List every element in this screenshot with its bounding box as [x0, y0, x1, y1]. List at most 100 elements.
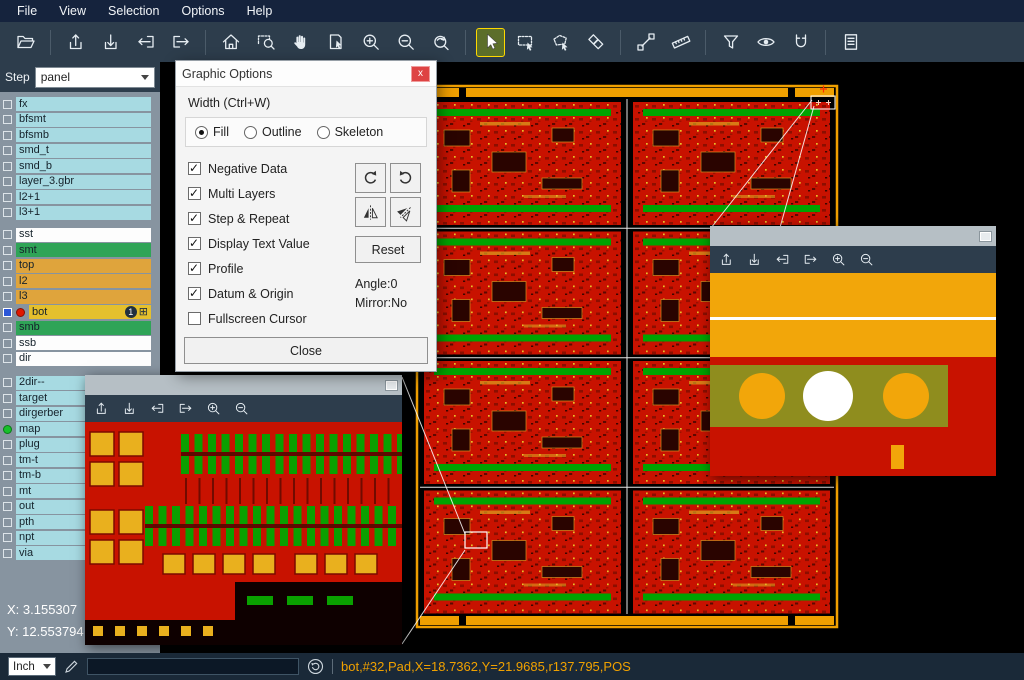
layer-name[interactable]: l2+1 [16, 190, 151, 204]
select-rect-button[interactable] [511, 28, 540, 57]
layer-visibility-checkbox[interactable] [3, 502, 12, 511]
checkbox-profile[interactable]: Profile [188, 256, 310, 281]
measure-distance-button[interactable] [631, 28, 660, 57]
refresh-icon[interactable] [307, 658, 324, 675]
dialog-close-action-button[interactable]: Close [184, 337, 428, 364]
width-radio-outline[interactable]: Outline [244, 125, 302, 139]
layer-row-smt[interactable]: smt [0, 243, 160, 257]
page-select-button[interactable] [321, 28, 350, 57]
layer-name[interactable]: smt [16, 243, 151, 257]
layer-visibility-checkbox[interactable] [3, 115, 12, 124]
zoom-out-button[interactable] [858, 251, 875, 268]
checkbox-negative-data[interactable]: Negative Data [188, 156, 310, 181]
import-down-button[interactable] [96, 28, 125, 57]
snap-magnet-button[interactable] [786, 28, 815, 57]
layer-name[interactable]: top [16, 259, 151, 273]
layer-visibility-checkbox[interactable] [3, 409, 12, 418]
checkbox-multi-layers[interactable]: Multi Layers [188, 181, 310, 206]
width-radio-skeleton[interactable]: Skeleton [317, 125, 384, 139]
step-select[interactable]: panel [35, 67, 155, 88]
width-radio-fill[interactable]: Fill [195, 125, 229, 139]
layer-name[interactable]: smb [16, 321, 151, 335]
unit-select[interactable]: Inch [8, 657, 56, 676]
layer-row-sst[interactable]: sst [0, 228, 160, 242]
window-box-button[interactable] [386, 381, 397, 390]
layer-row-bot[interactable]: bot1⊞ [0, 305, 160, 319]
zoom-in-button[interactable] [830, 251, 847, 268]
layer-name[interactable]: l3 [16, 290, 151, 304]
mirror-diagonal-button[interactable] [390, 197, 421, 227]
layer-name[interactable]: l2 [16, 274, 151, 288]
menu-options[interactable]: Options [170, 1, 235, 21]
dialog-titlebar[interactable]: Graphic Options x [176, 61, 436, 87]
menu-file[interactable]: File [6, 1, 48, 21]
rotate-ccw-button[interactable] [390, 163, 421, 193]
layer-name[interactable]: bot1⊞ [29, 305, 151, 319]
filter-funnel-button[interactable] [716, 28, 745, 57]
export-up-button[interactable] [93, 400, 110, 417]
checkbox-display-text-value[interactable]: Display Text Value [188, 231, 310, 256]
highlight-eye-button[interactable] [751, 28, 780, 57]
open-folder-button[interactable] [11, 28, 40, 57]
layer-name[interactable]: bfsmb [16, 128, 151, 142]
export-right-button[interactable] [177, 400, 194, 417]
layer-visibility-checkbox[interactable] [3, 208, 12, 217]
menu-selection[interactable]: Selection [97, 1, 170, 21]
import-down-button[interactable] [746, 251, 763, 268]
layer-visibility-checkbox[interactable] [3, 354, 12, 363]
dialog-close-button[interactable]: x [411, 66, 430, 82]
layer-visibility-checkbox[interactable] [3, 131, 12, 140]
layer-row-ssb[interactable]: ssb [0, 336, 160, 350]
layer-visibility-checkbox[interactable] [3, 162, 12, 171]
layer-visibility-checkbox[interactable] [3, 292, 12, 301]
zoom-in-button[interactable] [356, 28, 385, 57]
import-left-button[interactable] [149, 400, 166, 417]
mirror-horizontal-button[interactable] [355, 197, 386, 227]
layer-name[interactable]: layer_3.gbr [16, 175, 151, 189]
layers-stack-button[interactable] [581, 28, 610, 57]
layer-row-top[interactable]: top [0, 259, 160, 273]
layer-visibility-checkbox[interactable] [3, 146, 12, 155]
layer-name[interactable]: sst [16, 228, 151, 242]
layer-row-smb[interactable]: smb [0, 321, 160, 335]
pan-hand-button[interactable] [286, 28, 315, 57]
export-right-button[interactable] [166, 28, 195, 57]
pcb-zoom-view-left[interactable] [85, 422, 402, 645]
measure-ruler-button[interactable] [666, 28, 695, 57]
layer-visibility-checkbox[interactable] [3, 339, 12, 348]
menu-view[interactable]: View [48, 1, 97, 21]
export-up-button[interactable] [61, 28, 90, 57]
rotate-cw-button[interactable] [355, 163, 386, 193]
zoom-in-button[interactable] [205, 400, 222, 417]
layer-visibility-checkbox[interactable] [3, 261, 12, 270]
menu-help[interactable]: Help [236, 1, 284, 21]
layer-row-l2+1[interactable]: l2+1 [0, 190, 160, 204]
layer-name[interactable]: ssb [16, 336, 151, 350]
import-left-button[interactable] [774, 251, 791, 268]
layer-visibility-checkbox[interactable] [3, 533, 12, 542]
zoom-window-button[interactable] [251, 28, 280, 57]
layer-visibility-checkbox[interactable] [3, 277, 12, 286]
layer-name[interactable]: bfsmt [16, 113, 151, 127]
layer-row-smd_t[interactable]: smd_t [0, 144, 160, 158]
export-up-button[interactable] [718, 251, 735, 268]
home-button[interactable] [216, 28, 245, 57]
checkbox-step-repeat[interactable]: Step & Repeat [188, 206, 310, 231]
checkbox-fullscreen-cursor[interactable]: Fullscreen Cursor [188, 306, 310, 331]
layer-visibility-checkbox[interactable] [3, 308, 12, 317]
layer-row-dir[interactable]: dir [0, 352, 160, 366]
layer-visibility-checkbox[interactable] [3, 323, 12, 332]
detail-right-titlebar[interactable] [710, 226, 996, 246]
zoom-out-button[interactable] [391, 28, 420, 57]
layer-name[interactable]: dir [16, 352, 151, 366]
layer-visibility-checkbox[interactable] [3, 230, 12, 239]
layer-row-smd_b[interactable]: smd_b [0, 159, 160, 173]
layer-visibility-checkbox[interactable] [3, 549, 12, 558]
layer-name[interactable]: l3+1 [16, 206, 151, 220]
select-pointer-button[interactable] [476, 28, 505, 57]
layer-visibility-checkbox[interactable] [3, 440, 12, 449]
layer-name[interactable]: smd_t [16, 144, 151, 158]
command-input[interactable] [87, 658, 299, 675]
checkbox-datum-origin[interactable]: Datum & Origin [188, 281, 310, 306]
window-box-button[interactable] [980, 232, 991, 241]
